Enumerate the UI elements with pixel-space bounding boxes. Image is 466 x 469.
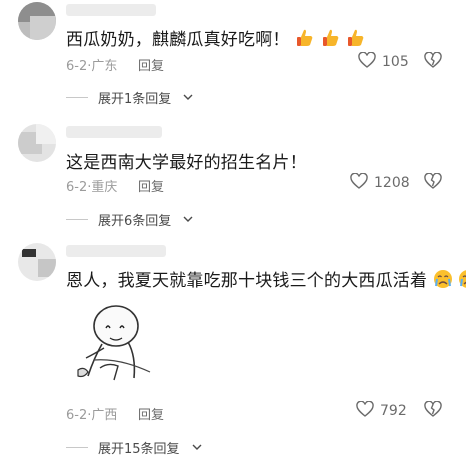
like-button[interactable]: 792	[356, 400, 407, 421]
comment-date: 6-2	[66, 59, 88, 74]
broken-heart-icon	[424, 400, 442, 421]
broken-heart-icon	[424, 172, 442, 193]
chevron-down-icon	[183, 90, 193, 105]
dislike-button[interactable]	[424, 172, 442, 193]
crying-face-icon	[433, 269, 453, 294]
expand-replies[interactable]: 展开6条回复	[66, 210, 193, 229]
thumbs-up-icon	[346, 28, 366, 53]
avatar[interactable]	[18, 243, 56, 281]
expand-replies[interactable]: 展开15条回复	[66, 438, 202, 457]
expand-label: 展开6条回复	[98, 214, 172, 229]
divider-line	[66, 97, 88, 98]
like-count: 1208	[374, 175, 410, 191]
chevron-down-icon	[192, 440, 202, 455]
broken-heart-icon	[424, 51, 442, 72]
reply-button[interactable]: 回复	[138, 55, 164, 74]
comment-meta: 6-2·重庆	[66, 176, 117, 195]
comment-text: 这是西南大学最好的招生名片！	[66, 153, 307, 173]
comment-location: 重庆	[91, 180, 118, 195]
divider-line	[66, 219, 88, 220]
sticker-image[interactable]	[64, 298, 156, 390]
username[interactable]	[66, 126, 162, 138]
username[interactable]	[66, 4, 156, 16]
like-button[interactable]: 1208	[350, 172, 410, 193]
dislike-button[interactable]	[424, 51, 442, 72]
comment-text: 西瓜奶奶，麒麟瓜真好吃啊！	[66, 25, 366, 53]
heart-icon	[350, 172, 368, 193]
expand-label: 展开15条回复	[98, 442, 180, 457]
expand-label: 展开1条回复	[98, 92, 172, 107]
comment-text-body: 西瓜奶奶，麒麟瓜真好吃啊！	[66, 30, 290, 50]
dislike-button[interactable]	[424, 400, 442, 421]
comment-location: 广西	[91, 408, 118, 423]
comment-meta: 6-2·广西	[66, 404, 117, 423]
comment-meta: 6-2·广东	[66, 55, 117, 74]
crying-face-icon	[458, 269, 466, 294]
reply-button[interactable]: 回复	[138, 404, 164, 423]
comment-text: 恩人，我夏天就靠吃那十块钱三个的大西瓜活着	[66, 266, 466, 294]
comment-text-body: 恩人，我夏天就靠吃那十块钱三个的大西瓜活着	[66, 271, 428, 291]
like-button[interactable]: 105	[358, 51, 409, 72]
meme-sticker-icon	[77, 305, 151, 381]
username[interactable]	[66, 245, 166, 257]
like-count: 792	[380, 403, 407, 419]
divider-line	[66, 447, 88, 448]
heart-icon	[356, 400, 374, 421]
like-count: 105	[382, 54, 409, 70]
thumbs-up-icon	[321, 28, 341, 53]
chevron-down-icon	[183, 212, 193, 227]
avatar[interactable]	[18, 124, 56, 162]
comment-location: 广东	[91, 59, 118, 74]
reply-button[interactable]: 回复	[138, 176, 164, 195]
comment-date: 6-2	[66, 180, 88, 195]
comment-date: 6-2	[66, 408, 88, 423]
avatar[interactable]	[18, 2, 56, 40]
thumbs-up-icon	[295, 28, 315, 53]
expand-replies[interactable]: 展开1条回复	[66, 88, 193, 107]
heart-icon	[358, 51, 376, 72]
